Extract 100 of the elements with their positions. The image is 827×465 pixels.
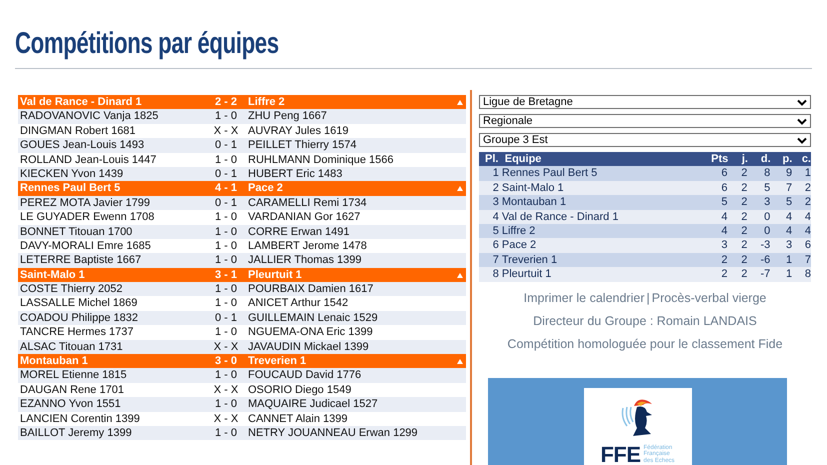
- print-calendar-link[interactable]: Imprimer le calendrier: [524, 290, 644, 305]
- rank-cell-text: 7: [492, 252, 500, 268]
- player-name: LETERRE Baptiste 1667: [19, 253, 142, 268]
- table-cell-text: 2: [804, 195, 811, 210]
- game-result: 0 - 1: [214, 196, 238, 210]
- table-cell-text: 9: [784, 166, 792, 181]
- away-team: Pace 2: [247, 181, 283, 196]
- table-cell-text: 4: [804, 210, 811, 224]
- table-cell-text: 2: [720, 252, 728, 268]
- away-team: Liffre 2: [247, 95, 285, 110]
- player-name: NGUEMA-ONA Eric 1399: [247, 325, 373, 340]
- column-header: Pl.: [484, 152, 500, 166]
- player-name: LASSALLE Michel 1869: [19, 296, 138, 311]
- table-cell-text: 2: [740, 195, 748, 210]
- dropdown[interactable]: Ligue de Bretagne: [479, 95, 811, 109]
- player-name: ANICET Arthur 1542: [247, 296, 348, 311]
- home-team: Rennes Paul Bert 5: [19, 181, 122, 196]
- game-result: 1 - 0: [214, 238, 238, 254]
- game-result: X - X: [212, 340, 240, 354]
- game-result: 1 - 0: [214, 296, 238, 311]
- player-name: LANCIEN Corentin 1399: [19, 412, 141, 426]
- table-cell-text: 4: [804, 224, 811, 238]
- player-name: EZANNO Yvon 1551: [19, 397, 122, 412]
- dropdown[interactable]: Regionale: [479, 114, 811, 128]
- home-team: Saint-Malo 1: [19, 268, 86, 282]
- game-result: 1 - 0: [214, 282, 238, 296]
- table-cell-text: 8: [763, 166, 770, 181]
- table-cell-text: 5: [784, 195, 792, 210]
- player-name: GOUES Jean-Louis 1493: [19, 138, 146, 153]
- player-name: TANCRE Hermes 1737: [19, 325, 134, 340]
- team-cell-text: Rennes Paul Bert 5: [502, 166, 598, 181]
- player-name: JAVAUDIN Mickael 1399: [247, 340, 369, 354]
- table-cell-text: 2: [740, 238, 748, 253]
- player-name: HUBERT Eric 1483: [247, 166, 342, 182]
- table-cell-text: -6: [759, 252, 770, 268]
- player-name: ALSAC Titouan 1731: [19, 340, 124, 354]
- table-cell-text: 2: [740, 210, 748, 224]
- team-cell-text: Liffre 2: [502, 224, 536, 238]
- table-cell-text: 3: [763, 195, 770, 210]
- player-name: LAMBERT Jerome 1478: [247, 238, 367, 254]
- match-score: 3 - 1: [214, 268, 238, 282]
- player-name: NETRY JOUANNEAU Erwan 1299: [247, 426, 418, 440]
- director-text: Directeur du Groupe : Romain LANDAIS: [533, 314, 757, 328]
- collapse-icon[interactable]: [457, 359, 463, 364]
- dropdown[interactable]: Groupe 3 Est: [479, 133, 811, 147]
- fide-note: Compétition homologuée pour le classement Fide: [507, 336, 783, 351]
- column-header: j.: [740, 152, 748, 166]
- player-name: CORRE Erwan 1491: [247, 224, 350, 239]
- player-name: JALLIER Thomas 1399: [247, 253, 362, 268]
- game-result: 1 - 0: [214, 210, 238, 225]
- table-cell-text: 7: [784, 180, 792, 196]
- home-team: Montauban 1: [19, 354, 89, 368]
- table-cell-text: 2: [740, 224, 748, 238]
- away-team: Pleurtuit 1: [247, 268, 302, 282]
- table-cell-text: 0: [763, 224, 770, 238]
- player-name: MAQUAIRE Judicael 1527: [247, 397, 378, 412]
- player-name: AUVRAY Jules 1619: [247, 124, 348, 138]
- table-cell-text: 2: [740, 180, 748, 196]
- game-result: 1 - 0: [214, 325, 238, 340]
- rank-cell-text: 1: [492, 166, 500, 181]
- game-result: X - X: [212, 412, 240, 426]
- team-cell-text: Treverien 1: [502, 252, 558, 268]
- player-name: OSORIO Diego 1549: [247, 382, 352, 398]
- game-result: 0 - 1: [214, 138, 238, 153]
- game-result: 1 - 0: [214, 253, 238, 268]
- collapse-icon[interactable]: [457, 100, 463, 105]
- player-name: VARDANIAN Gor 1627: [247, 210, 360, 225]
- table-cell-text: 4: [784, 210, 792, 224]
- table-cell-text: 6: [720, 180, 728, 196]
- player-name: BONNET Titouan 1700: [19, 224, 134, 239]
- home-team: Val de Rance - Dinard 1: [19, 95, 143, 110]
- player-name: RADOVANOVIC Vanja 1825: [19, 109, 160, 124]
- player-name: GUILLEMAIN Lenaic 1529: [247, 310, 378, 326]
- page-title: Compétitions par équipes: [15, 27, 279, 61]
- table-cell-text: 1: [784, 267, 792, 282]
- chevron-down-icon: [797, 137, 807, 144]
- blank-report-link[interactable]: Procès-verbal vierge: [652, 290, 766, 305]
- game-result: 1 - 0: [214, 397, 238, 412]
- rank-cell-text: 6: [492, 238, 500, 253]
- player-name: LE GUYADER Ewenn 1708: [19, 210, 156, 225]
- column-header: c.: [800, 152, 811, 166]
- table-cell-text: 2: [740, 267, 748, 282]
- column-header: Pts: [710, 152, 728, 166]
- team-cell-text: Val de Rance - Dinard 1: [502, 210, 620, 224]
- player-name: DAUGAN Rene 1701: [19, 382, 125, 398]
- table-cell-text: 3: [784, 238, 792, 253]
- team-cell-text: Pace 2: [502, 238, 538, 253]
- table-cell-text: 4: [720, 210, 728, 224]
- player-name: COADOU Philippe 1832: [19, 310, 140, 326]
- match-score: 3 - 0: [214, 354, 238, 368]
- collapse-icon[interactable]: [457, 272, 463, 278]
- team-cell-text: Pleurtuit 1: [502, 267, 552, 282]
- table-cell-text: 2: [740, 166, 748, 181]
- logo-acronym: FFE: [600, 442, 641, 465]
- rank-cell-text: 4: [492, 210, 500, 224]
- player-name: PEREZ MOTA Javier 1799: [19, 196, 152, 210]
- table-cell-text: 7: [804, 252, 811, 268]
- table-cell-text: 5: [763, 180, 770, 196]
- player-name: ROLLAND Jean-Louis 1447: [19, 152, 158, 167]
- collapse-icon[interactable]: [457, 186, 463, 192]
